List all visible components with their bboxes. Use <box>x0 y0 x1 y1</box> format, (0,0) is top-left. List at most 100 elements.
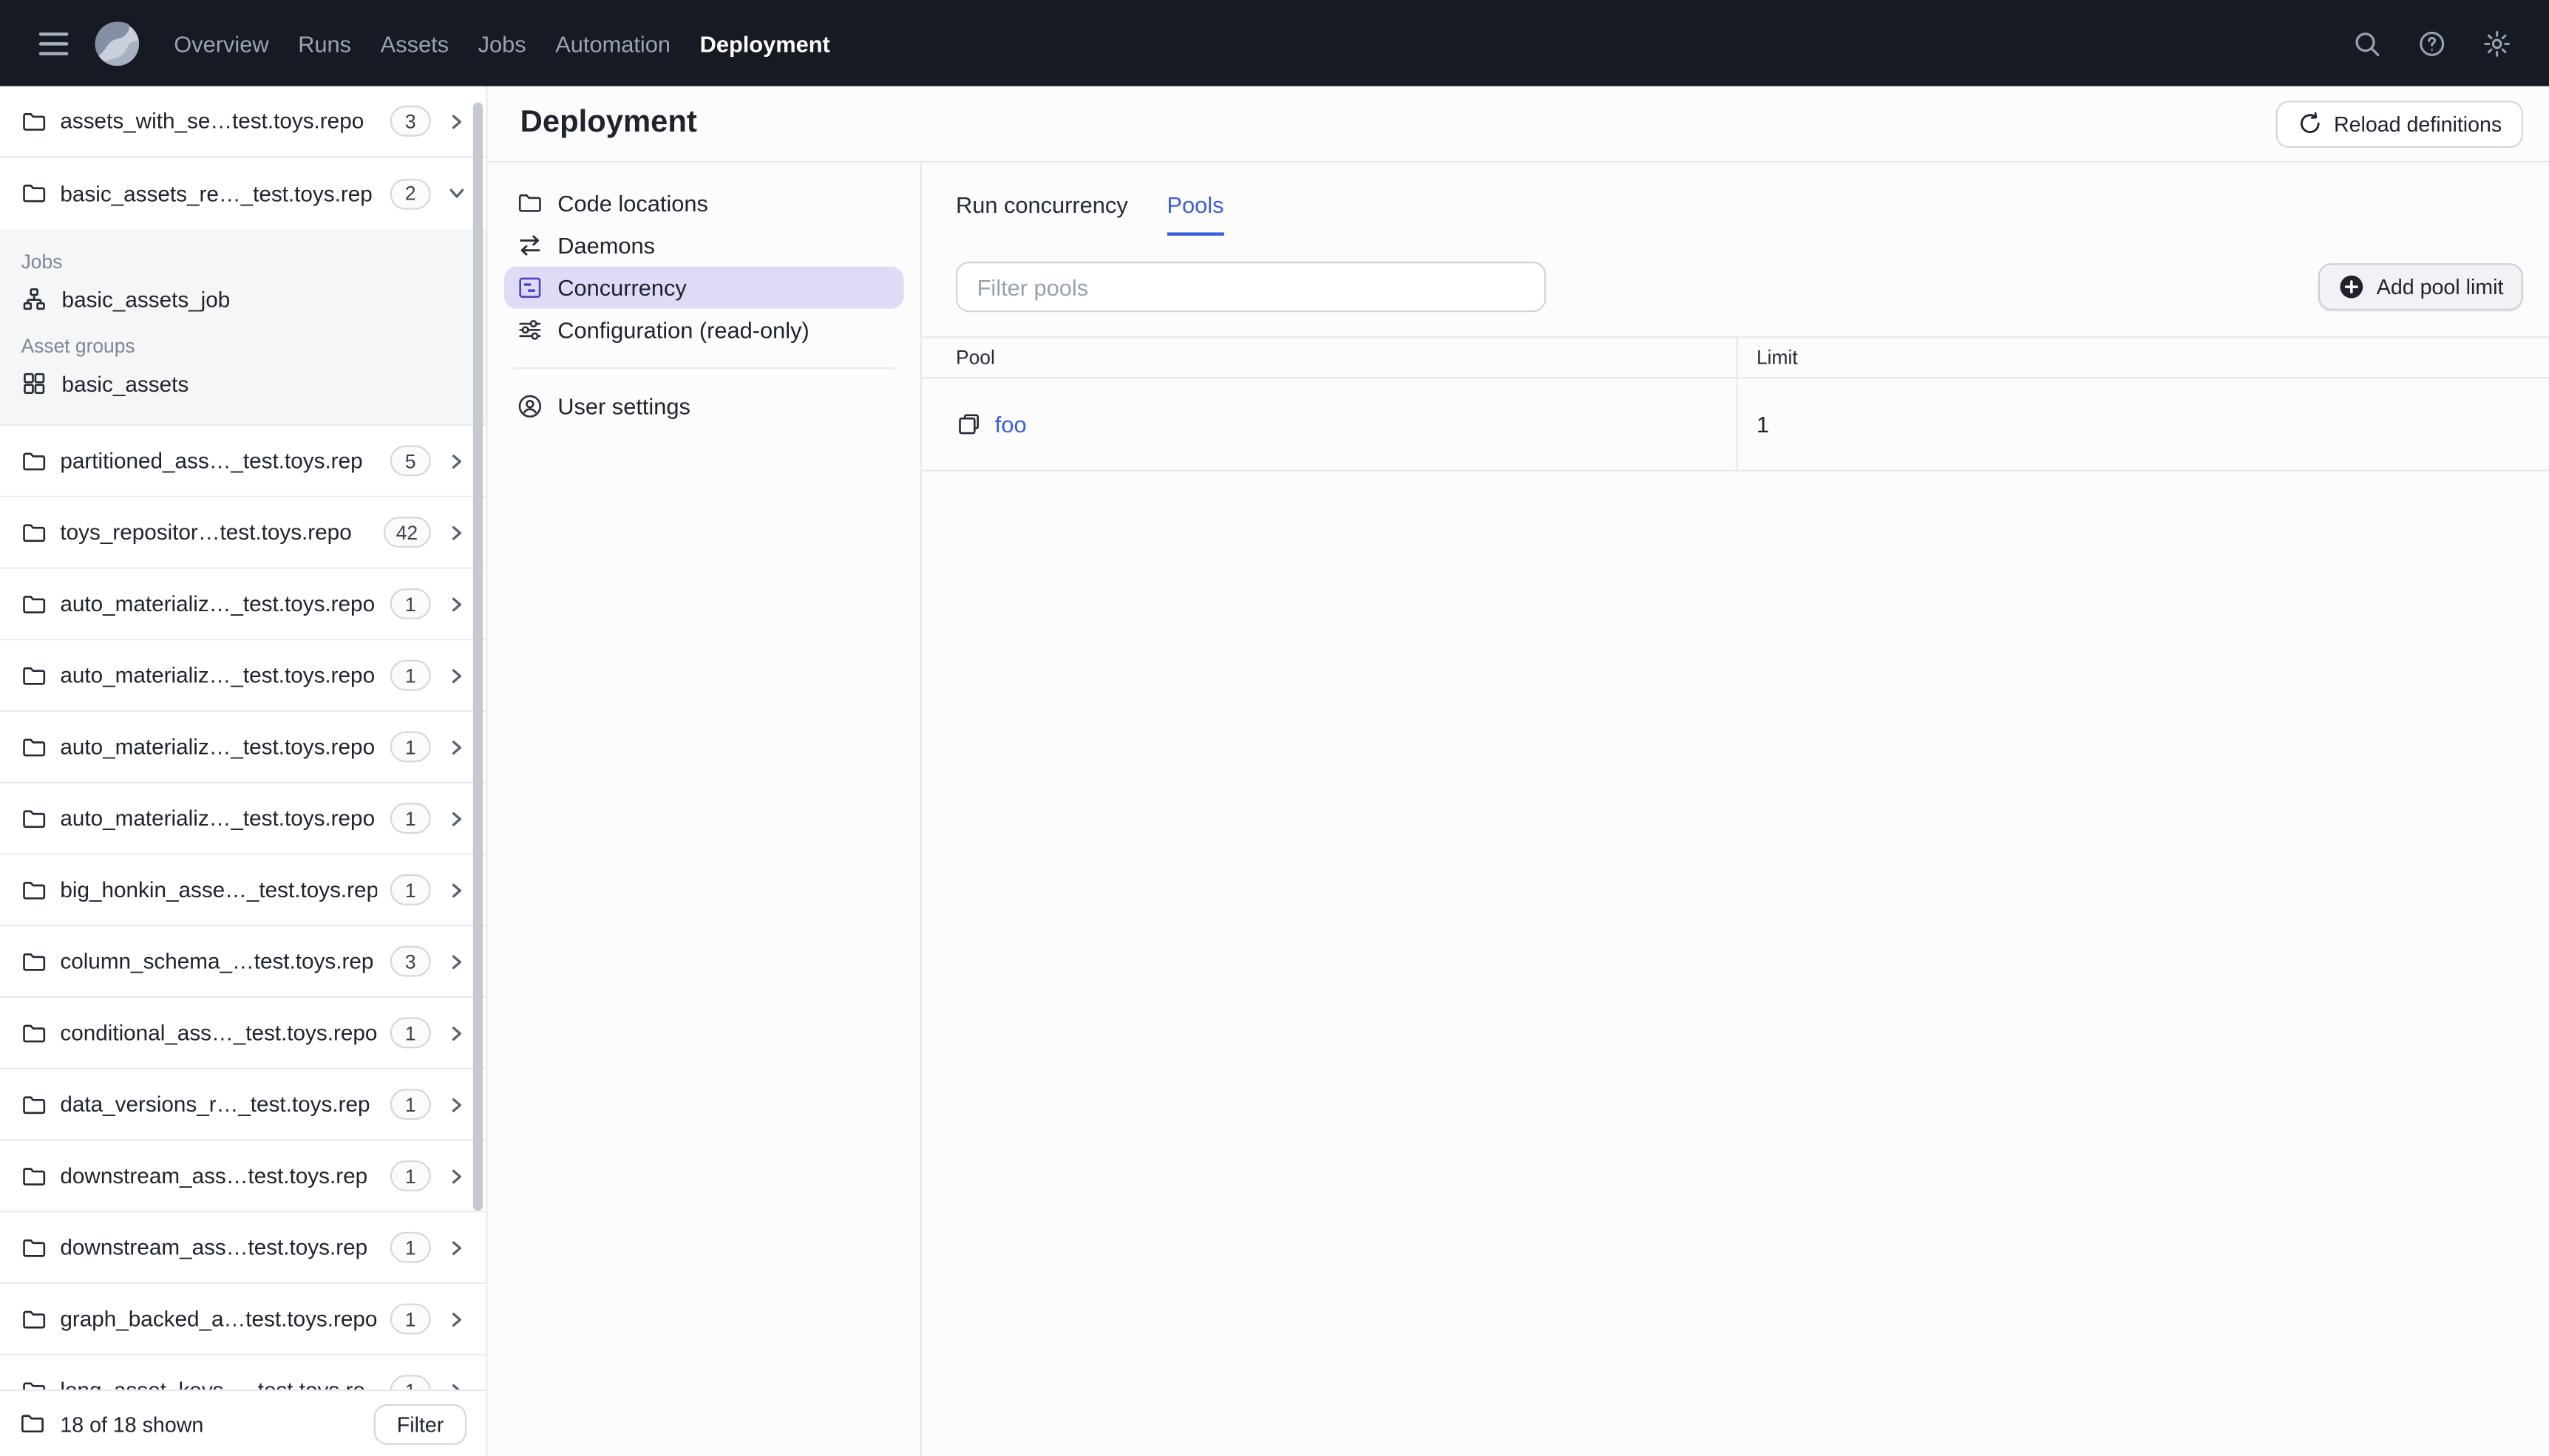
sidebar-scrollbar[interactable] <box>472 102 483 1211</box>
repo-name: partitioned_ass…_test.toys.rep <box>60 448 363 473</box>
folder-icon <box>517 190 543 216</box>
repo-row[interactable]: conditional_ass…_test.toys.repo 1 <box>0 998 486 1069</box>
repo-row[interactable]: auto_materializ…_test.toys.repo 1 <box>0 568 486 641</box>
concurrency-tabs: Run concurrency Pools <box>922 163 2549 236</box>
repo-name: downstream_ass…test.toys.rep <box>60 1163 368 1188</box>
sidebar-filter-button[interactable]: Filter <box>374 1403 467 1444</box>
chevron-right-icon[interactable] <box>444 108 469 134</box>
chevron-right-icon[interactable] <box>444 591 469 616</box>
repo-count-badge: 1 <box>390 1017 431 1049</box>
folder-icon <box>21 108 47 134</box>
chevron-right-icon[interactable] <box>444 806 469 831</box>
reload-definitions-button[interactable]: Reload definitions <box>2275 100 2523 148</box>
repo-name: basic_assets_re…_test.toys.rep <box>60 181 373 206</box>
chevron-right-icon[interactable] <box>444 1234 469 1260</box>
repo-name: data_versions_r…_test.toys.rep <box>60 1092 370 1117</box>
tab-run-concurrency[interactable]: Run concurrency <box>956 191 1128 235</box>
chevron-down-icon[interactable] <box>444 180 469 206</box>
asset-group-name: basic_assets <box>61 371 189 396</box>
repo-name: toys_repositor…test.toys.repo <box>60 520 352 545</box>
chevron-right-icon[interactable] <box>444 734 469 760</box>
nav-item-runs[interactable]: Runs <box>283 20 365 66</box>
chevron-right-icon[interactable] <box>444 448 469 474</box>
repo-count-badge: 1 <box>390 1160 431 1191</box>
job-item[interactable]: basic_assets_job <box>0 278 486 320</box>
help-icon[interactable] <box>2406 17 2457 69</box>
dagster-logo[interactable] <box>91 17 143 69</box>
asset-group-item[interactable]: basic_assets <box>0 362 486 404</box>
repo-row[interactable]: downstream_ass…test.toys.rep 1 <box>0 1140 486 1213</box>
chevron-right-icon[interactable] <box>444 1092 469 1117</box>
folder-icon <box>21 1092 47 1117</box>
chevron-right-icon[interactable] <box>444 662 469 688</box>
subnav-label: Code locations <box>557 190 708 217</box>
reload-definitions-label: Reload definitions <box>2333 111 2502 136</box>
plus-circle-icon <box>2338 273 2365 300</box>
chevron-right-icon[interactable] <box>444 1020 469 1046</box>
daemons-icon <box>517 232 543 258</box>
nav-item-overview[interactable]: Overview <box>160 20 284 66</box>
folder-icon <box>21 734 47 760</box>
chevron-right-icon[interactable] <box>444 948 469 974</box>
repo-row-expanded[interactable]: basic_assets_re…_test.toys.rep 2 <box>0 157 486 230</box>
add-pool-limit-button[interactable]: Add pool limit <box>2318 263 2523 311</box>
nav-item-deployment[interactable]: Deployment <box>685 20 845 66</box>
repo-row[interactable]: toys_repositor…test.toys.repo 42 <box>0 497 486 569</box>
nav-item-jobs[interactable]: Jobs <box>464 20 541 66</box>
repo-count-badge: 5 <box>390 445 431 477</box>
page-header: Deployment Reload definitions <box>487 86 2549 163</box>
repo-name: auto_materializ…_test.toys.repo <box>60 734 376 759</box>
repo-row[interactable]: graph_backed_a…test.toys.repo 1 <box>0 1284 486 1355</box>
chevron-right-icon[interactable] <box>444 1306 469 1332</box>
filter-pools-input[interactable] <box>956 262 1547 313</box>
repo-count-badge: 3 <box>390 105 431 137</box>
primary-nav: Overview Runs Assets Jobs Automation Dep… <box>160 20 845 66</box>
repo-row[interactable]: auto_materializ…_test.toys.repo 1 <box>0 783 486 855</box>
chevron-right-icon[interactable] <box>444 1163 469 1188</box>
subnav-item-daemons[interactable]: Daemons <box>504 224 904 266</box>
nav-item-automation[interactable]: Automation <box>540 20 685 66</box>
folder-icon <box>21 806 47 831</box>
repo-count-badge: 1 <box>390 659 431 691</box>
repo-name: big_honkin_asse…_test.toys.rep <box>60 877 378 902</box>
folder-icon <box>21 1163 47 1188</box>
repo-row[interactable]: data_versions_r…_test.toys.rep 1 <box>0 1069 486 1141</box>
subnav-item-code-locations[interactable]: Code locations <box>504 182 904 224</box>
folder-icon <box>21 1234 47 1260</box>
pool-name-link[interactable]: foo <box>995 411 1027 437</box>
chevron-right-icon[interactable] <box>444 520 469 545</box>
main-panel: Deployment Reload definitions Code locat… <box>487 86 2549 1456</box>
chevron-right-icon[interactable] <box>444 877 469 902</box>
repo-row[interactable]: assets_with_se…test.toys.repo 3 <box>0 86 486 158</box>
page-title: Deployment <box>520 105 697 140</box>
subnav-label: User settings <box>557 393 690 420</box>
subnav-item-configuration[interactable]: Configuration (read-only) <box>504 309 904 351</box>
repo-row[interactable]: downstream_ass…test.toys.rep 1 <box>0 1212 486 1285</box>
reload-icon <box>2296 111 2322 137</box>
repo-name: auto_materializ…_test.toys.repo <box>60 663 376 688</box>
repo-row[interactable]: auto_materializ…_test.toys.repo 1 <box>0 640 486 712</box>
repo-name: auto_materializ…_test.toys.repo <box>60 806 376 831</box>
settings-gear-icon[interactable] <box>2471 17 2522 69</box>
subnav-item-concurrency[interactable]: Concurrency <box>503 266 904 309</box>
repo-count-badge: 3 <box>390 945 431 977</box>
folder-icon <box>21 662 47 688</box>
repo-count-summary: 18 of 18 shown <box>60 1411 204 1436</box>
repo-row[interactable]: column_schema_…test.toys.rep 3 <box>0 926 486 999</box>
repo-row[interactable]: partitioned_ass…_test.toys.rep 5 <box>0 426 486 497</box>
repo-row[interactable]: auto_materializ…_test.toys.repo 1 <box>0 712 486 783</box>
folder-icon <box>21 448 47 474</box>
subnav-divider <box>513 367 895 370</box>
repo-count-badge: 1 <box>390 1231 431 1263</box>
concurrency-content: Run concurrency Pools Add pool limit <box>921 163 2549 1456</box>
repo-count-badge: 1 <box>390 1089 431 1120</box>
user-icon <box>517 393 543 419</box>
subnav-item-user-settings[interactable]: User settings <box>504 385 904 427</box>
repo-row[interactable]: big_honkin_asse…_test.toys.rep 1 <box>0 854 486 927</box>
menu-icon[interactable] <box>26 16 81 71</box>
tab-pools[interactable]: Pools <box>1167 191 1224 236</box>
folder-icon <box>21 1306 47 1332</box>
add-pool-limit-label: Add pool limit <box>2376 274 2504 299</box>
search-icon[interactable] <box>2341 17 2393 69</box>
nav-item-assets[interactable]: Assets <box>366 20 464 66</box>
